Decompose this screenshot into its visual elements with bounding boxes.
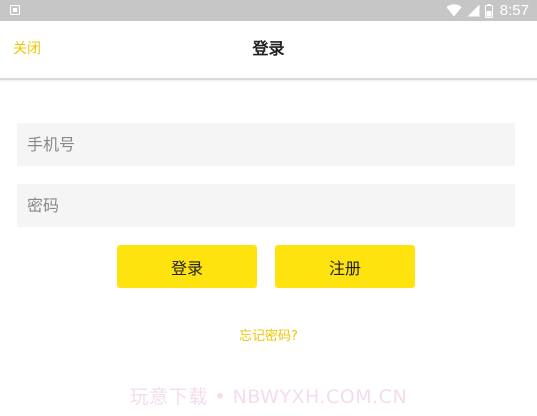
notification-icon — [10, 5, 20, 15]
password-input[interactable] — [17, 184, 515, 227]
watermark: 玩意下载 • NBWYXH.COM.CN — [129, 386, 408, 408]
status-time: 8:57 — [499, 2, 529, 19]
phone-input[interactable] — [17, 123, 515, 166]
forgot-password-link[interactable]: 忘记密码? — [0, 325, 537, 344]
status-bar: 8:57 — [0, 0, 537, 21]
cell-signal-icon — [467, 4, 480, 17]
wifi-icon — [446, 4, 462, 17]
register-button[interactable]: 注册 — [275, 245, 415, 288]
login-button[interactable]: 登录 — [117, 245, 257, 288]
battery-icon — [484, 3, 493, 18]
status-icons: 8:57 — [446, 0, 529, 21]
header: 关闭 登录 — [0, 21, 537, 80]
page-title: 登录 — [252, 39, 285, 58]
